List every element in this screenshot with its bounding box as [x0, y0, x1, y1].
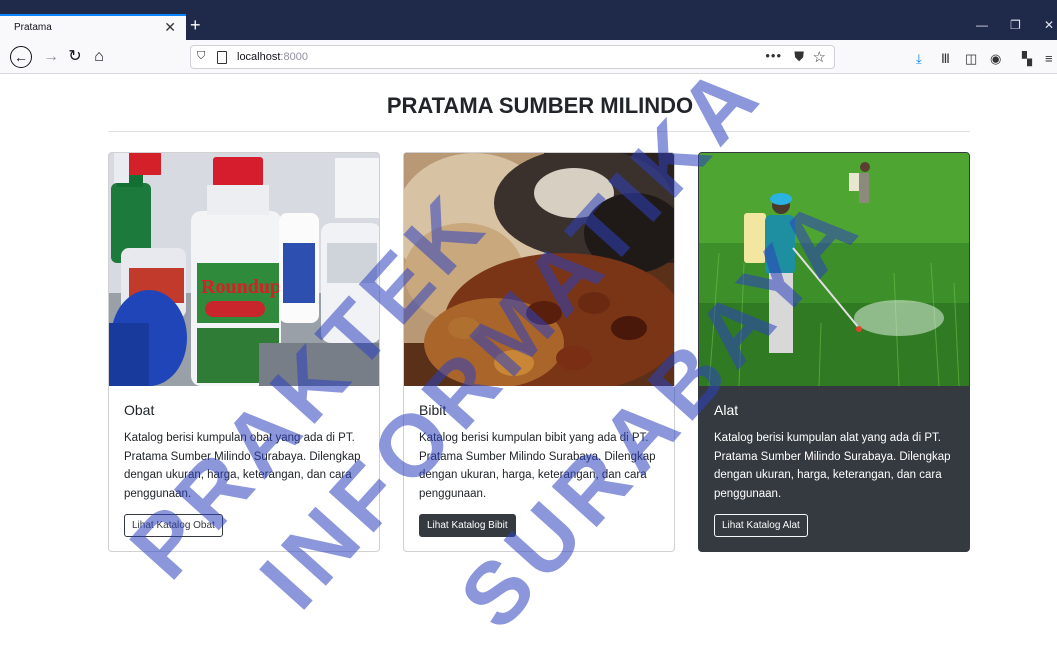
- card-text: Katalog berisi kumpulan bibit yang ada d…: [419, 432, 656, 500]
- card-text: Katalog berisi kumpulan obat yang ada di…: [124, 432, 361, 500]
- page-title: PRATAMA SUMBER MILINDO: [386, 93, 694, 118]
- url-text[interactable]: localhost:8000: [237, 51, 308, 63]
- url-host: localhost: [237, 51, 281, 63]
- download-icon[interactable]: ⤓: [916, 51, 922, 67]
- shield-icon[interactable]: ⛉: [197, 50, 205, 63]
- pesticide-bottles-image: Roundup: [109, 153, 379, 386]
- card-body: Obat Katalog berisi kumpulan obat yang a…: [109, 386, 379, 551]
- forward-icon[interactable]: →: [42, 45, 60, 69]
- close-tab-icon[interactable]: ✕: [164, 19, 176, 36]
- home-icon[interactable]: ⌂: [90, 45, 108, 69]
- card-body: Bibit Katalog berisi kumpulan bibit yang…: [404, 386, 674, 551]
- svg-text:Roundup: Roundup: [201, 276, 281, 298]
- menu-icon[interactable]: ≡: [1045, 51, 1053, 66]
- pocket-icon[interactable]: ⛊: [794, 49, 804, 65]
- address-bar[interactable]: ⛉ localhost:8000 ••• ⛊ ☆: [190, 45, 835, 69]
- card-title: Obat: [124, 402, 155, 418]
- card-obat: Roundup Obat Katalog berisi kumpulan oba…: [108, 152, 380, 552]
- reload-icon[interactable]: ↻: [66, 45, 84, 69]
- sidebar-icon[interactable]: ◫: [965, 51, 977, 67]
- page-icon: [217, 51, 227, 64]
- card-alat: Alat Katalog berisi kumpulan alat yang a…: [698, 152, 970, 552]
- divider: [108, 131, 970, 132]
- farmer-spraying-rice-field-image: [699, 153, 969, 386]
- lihat-katalog-bibit-button[interactable]: Lihat Katalog Bibit: [419, 514, 516, 537]
- browser-tab[interactable]: Pratama ✕: [0, 14, 186, 40]
- card-body: Alat Katalog berisi kumpulan alat yang a…: [699, 386, 969, 551]
- browser-toolbar: ← → ↻ ⌂ ⛉ localhost:8000 ••• ⛊ ☆ ⤓ Ⅲ ◫ ◉…: [0, 40, 1057, 74]
- card-text: Katalog berisi kumpulan alat yang ada di…: [714, 432, 951, 500]
- lihat-katalog-obat-button[interactable]: Lihat Katalog Obat: [124, 514, 223, 537]
- library-icon[interactable]: Ⅲ: [941, 51, 950, 67]
- tab-title: Pratama: [14, 22, 52, 33]
- url-port: :8000: [280, 51, 308, 63]
- new-tab-icon[interactable]: +: [190, 16, 201, 34]
- card-title: Alat: [714, 402, 739, 418]
- card-bibit: Bibit Katalog berisi kumpulan bibit yang…: [403, 152, 675, 552]
- browser-tab-strip: Pratama ✕ + — ❐ ✕: [0, 0, 1057, 40]
- close-window-icon[interactable]: ✕: [1044, 18, 1054, 32]
- account-icon[interactable]: ◉: [990, 51, 1001, 67]
- bookmark-star-icon[interactable]: ☆: [813, 48, 826, 66]
- page-content: PRATAMA SUMBER MILINDO Roundup Obat Kata…: [0, 75, 1057, 552]
- page-actions-icon[interactable]: •••: [765, 48, 782, 63]
- restore-icon[interactable]: ❐: [1010, 18, 1021, 32]
- extensions-icon[interactable]: ▚: [1022, 51, 1032, 67]
- seeds-pile-image: [404, 153, 674, 386]
- minimize-icon[interactable]: —: [976, 18, 988, 32]
- lihat-katalog-alat-button[interactable]: Lihat Katalog Alat: [714, 514, 808, 537]
- card-title: Bibit: [419, 402, 447, 418]
- back-icon[interactable]: ←: [10, 46, 32, 68]
